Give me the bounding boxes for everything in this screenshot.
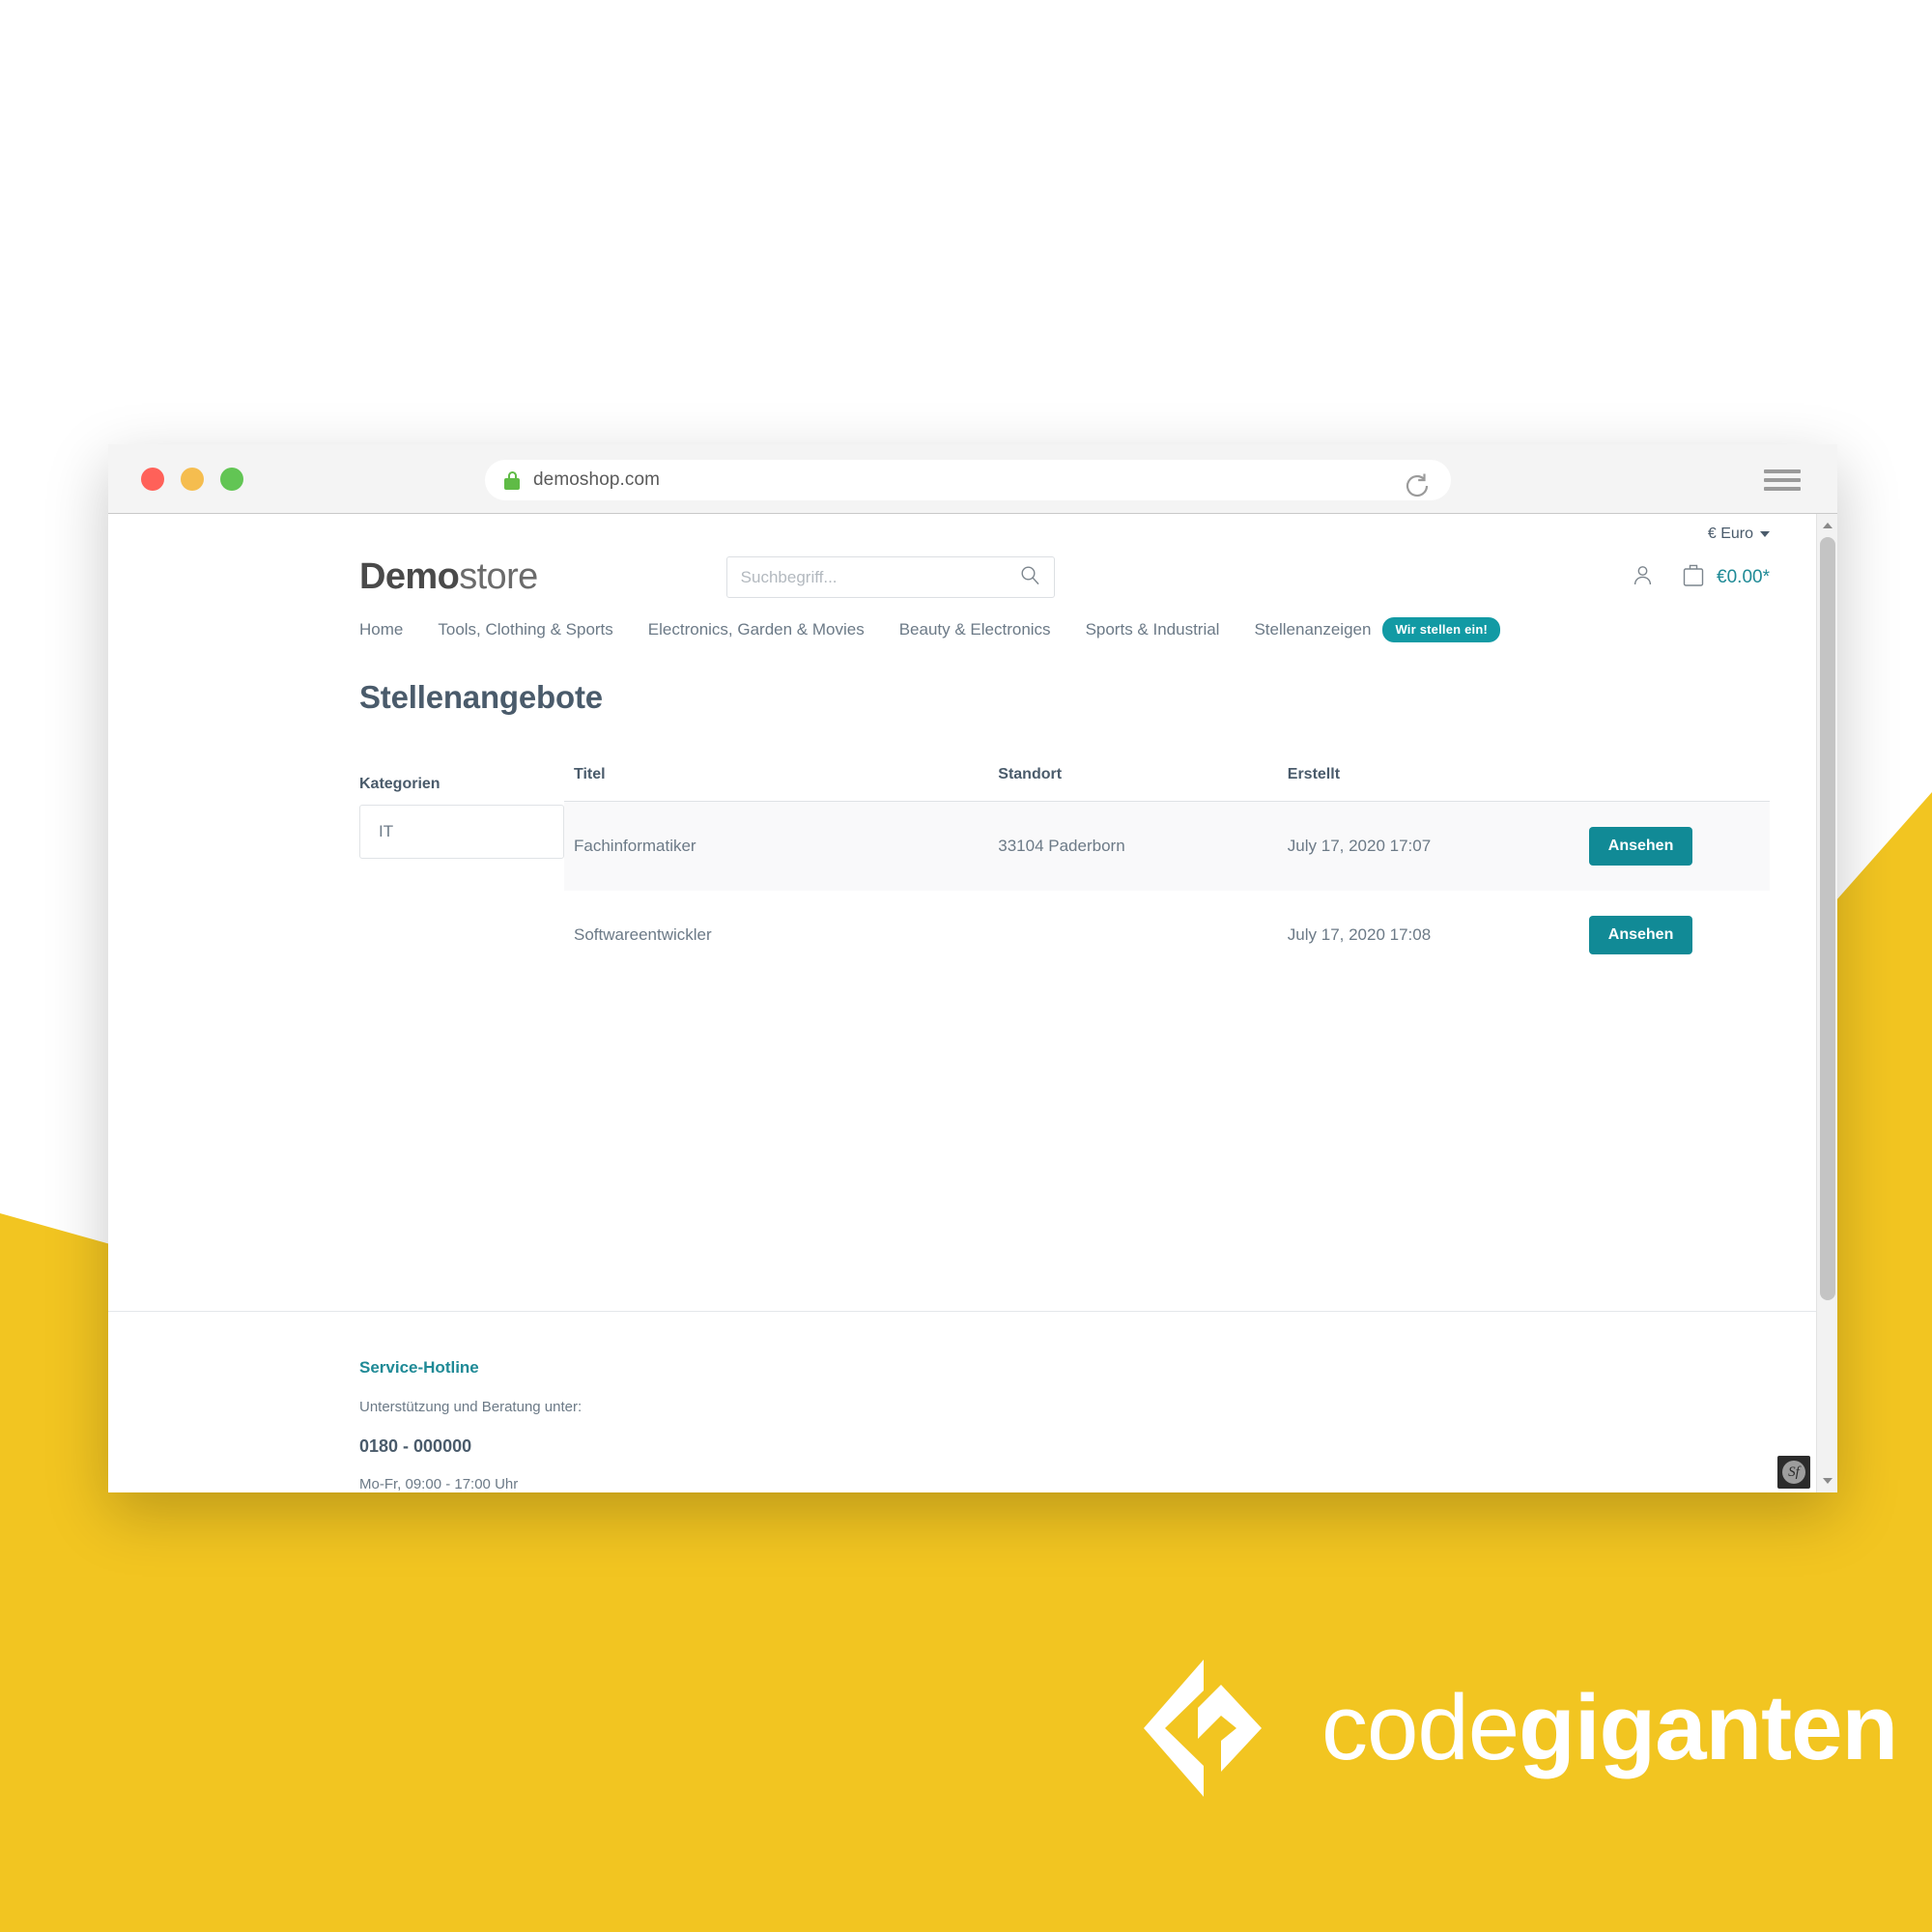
search-box[interactable]	[725, 556, 1055, 598]
shop-topbar: € Euro	[108, 514, 1816, 543]
footer-subtitle: Unterstützung und Beratung unter:	[359, 1399, 582, 1415]
shop-header: Demostore Suchbegriff... €0.00*	[108, 543, 1816, 598]
table-row[interactable]: Softwareentwickler July 17, 2020 17:08 A…	[564, 891, 1770, 980]
column-header-action	[1588, 766, 1770, 802]
hiring-badge: Wir stellen ein!	[1382, 617, 1500, 642]
column-header-titel: Titel	[564, 766, 999, 802]
category-filter-value: IT	[379, 822, 394, 840]
jobs-table-head: Titel Standort Erstellt	[564, 766, 1770, 802]
scroll-down-arrow-icon[interactable]	[1817, 1471, 1837, 1491]
browser-chrome: demoshop.com	[108, 444, 1837, 514]
page-footer: Service-Hotline Unterstützung und Beratu…	[108, 1311, 1816, 1492]
hamburger-menu-icon[interactable]	[1764, 469, 1801, 491]
maximize-window-button[interactable]	[220, 467, 243, 491]
table-header-row: Titel Standort Erstellt	[564, 766, 1770, 802]
vertical-scrollbar[interactable]	[1816, 514, 1837, 1492]
main-content: Stellenangebote Kategorien IT Titel Stan…	[108, 642, 1816, 1311]
search-input[interactable]	[740, 567, 1020, 587]
footer-hours: Mo-Fr, 09:00 - 17:00 Uhr	[359, 1476, 519, 1492]
wordmark-bold-part: giganten	[1519, 1676, 1898, 1779]
cell-erstellt: July 17, 2020 17:07	[1287, 837, 1432, 855]
currency-selector[interactable]: € Euro	[1708, 526, 1770, 543]
search-icon[interactable]	[1020, 565, 1040, 590]
codegiganten-branding: codegiganten	[1140, 1656, 1898, 1801]
nav-item-stellenanzeigen-label: Stellenanzeigen	[1254, 620, 1372, 639]
address-bar[interactable]: demoshop.com	[485, 460, 1451, 500]
nav-item-electronics-garden-movies[interactable]: Electronics, Garden & Movies	[648, 620, 865, 639]
lock-icon	[504, 470, 520, 490]
symfony-debug-badge[interactable]: Sf	[1777, 1456, 1810, 1489]
cell-standort: 33104 Paderborn	[998, 837, 1125, 855]
logo-light-part: store	[459, 556, 538, 597]
column-header-erstellt: Erstellt	[1287, 766, 1589, 802]
cell-erstellt: July 17, 2020 17:08	[1287, 925, 1432, 944]
scroll-up-arrow-icon[interactable]	[1817, 516, 1837, 535]
nav-item-home[interactable]: Home	[359, 620, 403, 639]
cell-action: Ansehen	[1588, 891, 1770, 980]
codegiganten-wordmark: codegiganten	[1321, 1682, 1898, 1775]
user-account-icon[interactable]	[1631, 563, 1655, 592]
content-columns: Kategorien IT Titel Standort Erstellt Fa…	[359, 766, 1770, 980]
shop-logo[interactable]: Demostore	[359, 556, 538, 598]
minimize-window-button[interactable]	[181, 467, 204, 491]
filter-sidebar: Kategorien IT	[359, 766, 564, 859]
wordmark-thin-part: code	[1321, 1676, 1520, 1779]
nav-item-stellenanzeigen[interactable]: Stellenanzeigen Wir stellen ein!	[1254, 617, 1500, 642]
url-text: demoshop.com	[533, 469, 661, 490]
window-controls[interactable]	[141, 467, 243, 491]
jobs-table-body: Fachinformatiker 33104 Paderborn July 17…	[564, 801, 1770, 980]
symfony-logo-icon: Sf	[1782, 1461, 1805, 1484]
nav-item-tools-clothing-sports[interactable]: Tools, Clothing & Sports	[438, 620, 612, 639]
shop-page: € Euro Demostore Suchbegriff... €0.00* H…	[108, 514, 1816, 1492]
browser-window: demoshop.com € Euro Demostore Suchbegrif…	[108, 444, 1837, 1492]
table-row[interactable]: Fachinformatiker 33104 Paderborn July 17…	[564, 801, 1770, 892]
cell-titel: Fachinformatiker	[574, 837, 696, 855]
view-job-button[interactable]: Ansehen	[1588, 916, 1693, 954]
logo-bold-part: Demo	[359, 556, 460, 597]
footer-heading: Service-Hotline	[359, 1358, 479, 1377]
view-job-button[interactable]: Ansehen	[1588, 827, 1693, 866]
header-actions: €0.00*	[1631, 562, 1770, 592]
chevron-down-icon	[1760, 531, 1770, 537]
cell-titel: Softwareentwickler	[574, 925, 712, 944]
scrollbar-thumb[interactable]	[1820, 537, 1835, 1300]
cell-action: Ansehen	[1588, 802, 1770, 892]
shopping-bag-icon	[1682, 562, 1705, 592]
page-title: Stellenangebote	[359, 679, 603, 715]
nav-item-beauty-electronics[interactable]: Beauty & Electronics	[899, 620, 1051, 639]
nav-item-sports-industrial[interactable]: Sports & Industrial	[1086, 620, 1220, 639]
main-navigation: Home Tools, Clothing & Sports Electronic…	[108, 598, 1816, 642]
close-window-button[interactable]	[141, 467, 164, 491]
cart-button[interactable]: €0.00*	[1682, 562, 1770, 592]
jobs-table-wrapper: Titel Standort Erstellt Fachinformatiker…	[564, 766, 1770, 980]
categories-label: Kategorien	[359, 776, 440, 792]
category-filter-box[interactable]: IT	[359, 805, 564, 859]
column-header-standort: Standort	[998, 766, 1288, 802]
cell-standort	[998, 891, 1288, 980]
cart-total: €0.00*	[1717, 566, 1770, 587]
browser-viewport: € Euro Demostore Suchbegriff... €0.00* H…	[108, 514, 1837, 1492]
codegiganten-mark-icon	[1140, 1656, 1285, 1801]
footer-phone[interactable]: 0180 - 000000	[359, 1436, 1770, 1457]
currency-label: € Euro	[1707, 526, 1753, 542]
reload-icon[interactable]	[1401, 469, 1434, 502]
jobs-table: Titel Standort Erstellt Fachinformatiker…	[564, 766, 1770, 980]
